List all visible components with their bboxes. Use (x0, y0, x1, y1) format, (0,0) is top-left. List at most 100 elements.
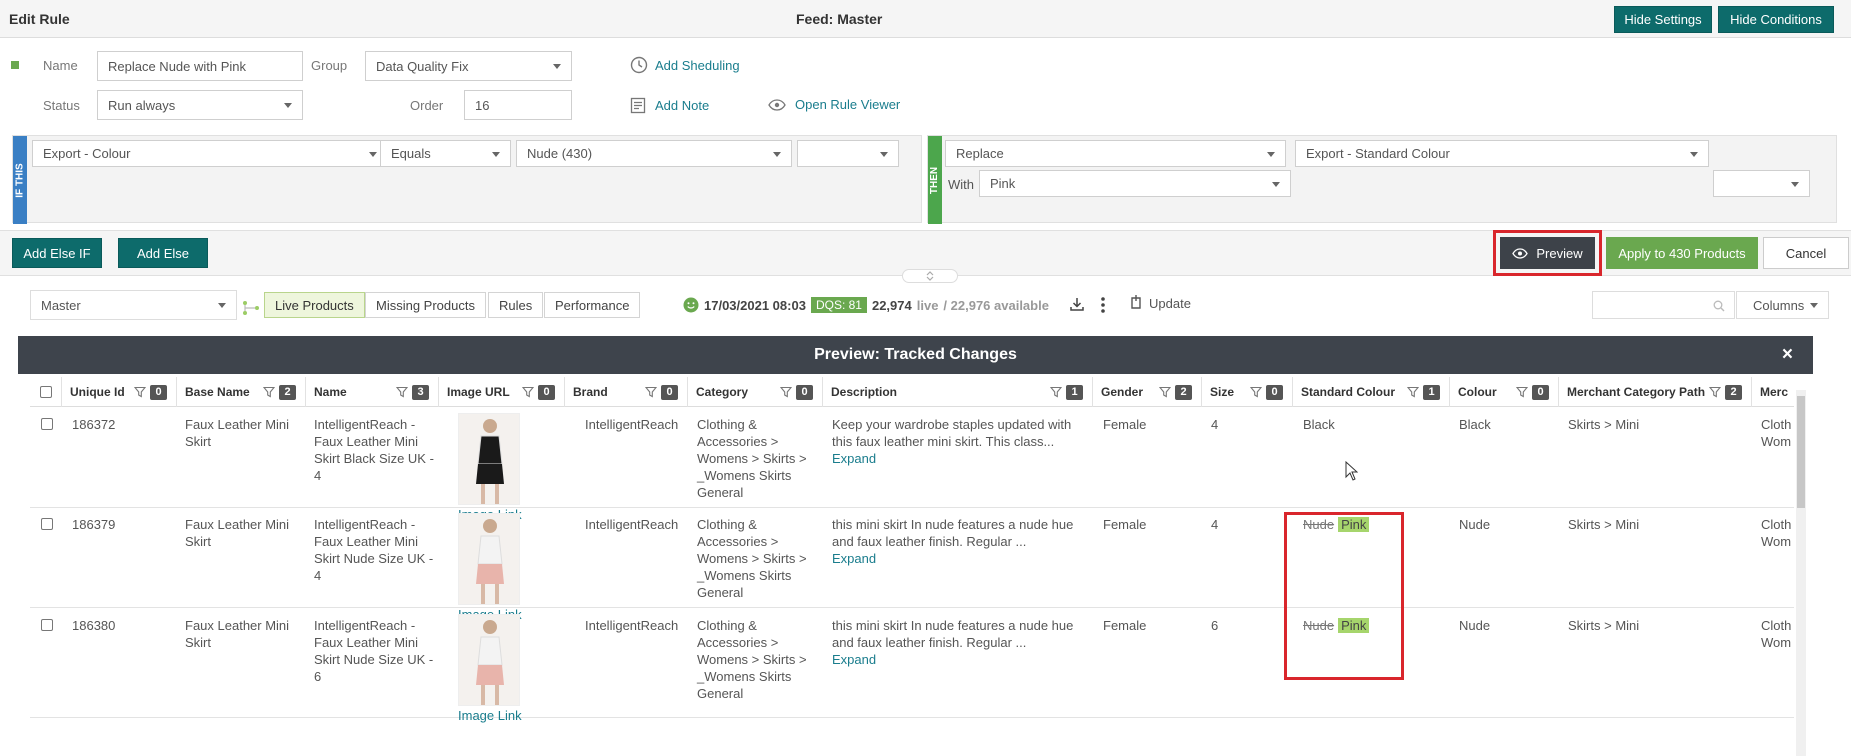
preview-label: Preview (1536, 245, 1583, 261)
feed-select[interactable]: Master (30, 290, 237, 320)
search-box[interactable] (1592, 291, 1735, 319)
add-scheduling-link[interactable]: Add Sheduling (630, 56, 740, 74)
category-cell-line: Accessories > (697, 534, 779, 549)
available-count: / 22,976 available (943, 297, 1049, 313)
name-cell-line: Skirt Nude Size UK - (314, 551, 434, 566)
column-header-4[interactable]: Brand 0 (565, 377, 688, 407)
row-checkbox[interactable] (41, 518, 53, 530)
if-field-select[interactable]: Export - Colour (32, 140, 388, 167)
expand-link[interactable]: Expand (832, 450, 876, 467)
download-icon[interactable] (1069, 296, 1085, 312)
status-select[interactable]: Run always (97, 90, 303, 120)
filter-icon[interactable] (1050, 386, 1062, 398)
column-header-1[interactable]: Base Name 2 (177, 377, 306, 407)
table-row[interactable]: 186380 Faux Leather Mini Skirt IntelligentR… (30, 608, 1794, 723)
preview-title: Preview: Tracked Changes (814, 346, 1017, 363)
chevron-down-icon (1791, 182, 1799, 187)
base-name-cell: Faux Leather Mini Skirt (185, 617, 289, 651)
size-cell: 4 (1211, 417, 1219, 432)
product-image-icon (476, 519, 504, 604)
filter-icon[interactable] (780, 386, 792, 398)
cancel-button[interactable]: Cancel (1763, 237, 1849, 269)
eye-icon (1512, 247, 1529, 259)
then-with-select[interactable]: Pink (979, 170, 1291, 197)
column-header-label: Category (696, 385, 749, 399)
product-image-icon (476, 620, 504, 705)
base-name-cell-line: Faux Leather Mini (185, 517, 290, 532)
column-header-8[interactable]: Size 0 (1202, 377, 1293, 407)
tab-performance[interactable]: Performance (544, 292, 641, 318)
preview-button[interactable]: Preview (1500, 237, 1595, 269)
then-extra-select[interactable] (1713, 170, 1810, 197)
tab-missing-products[interactable]: Missing Products (365, 292, 486, 318)
column-header-0[interactable]: Unique Id 0 (62, 377, 177, 407)
category-cell-line: Clothing & (697, 618, 757, 633)
tab-live-products[interactable]: Live Products (264, 292, 365, 318)
search-input[interactable] (1599, 292, 1709, 318)
base-name-cell-line: Skirt (185, 635, 211, 650)
drag-handle-icon (926, 271, 934, 281)
if-extra-select[interactable] (797, 140, 899, 167)
filter-icon[interactable] (1250, 386, 1262, 398)
tab-rules[interactable]: Rules (488, 292, 544, 318)
filter-icon[interactable] (522, 386, 534, 398)
add-else-if-button[interactable]: Add Else IF (12, 238, 102, 268)
merchant-category-cell: Cloth Wom (1761, 516, 1791, 550)
table-row[interactable]: 186372 Faux Leather Mini Skirt IntelligentR… (30, 407, 1794, 522)
row-checkbox[interactable] (41, 619, 53, 631)
column-header-11[interactable]: Merchant Category Path 2 (1559, 377, 1752, 407)
hide-conditions-button[interactable]: Hide Conditions (1718, 6, 1834, 33)
vertical-scrollbar[interactable] (1796, 390, 1806, 756)
gender-cell: Female (1103, 618, 1147, 633)
add-else-button[interactable]: Add Else (118, 238, 208, 268)
if-value-select[interactable]: Nude (430) (516, 140, 792, 167)
column-header-9[interactable]: Standard Colour 1 (1293, 377, 1450, 407)
filter-icon[interactable] (645, 386, 657, 398)
apply-button[interactable]: Apply to 430 Products (1606, 237, 1758, 269)
scrollbar-thumb[interactable] (1797, 396, 1805, 508)
filter-icon[interactable] (1709, 386, 1721, 398)
columns-select[interactable]: Columns (1736, 291, 1829, 319)
open-rule-viewer-link[interactable]: Open Rule Viewer (768, 97, 900, 112)
then-target-select[interactable]: Export - Standard Colour (1295, 140, 1709, 167)
column-header-5[interactable]: Category 0 (688, 377, 823, 407)
image-link[interactable]: Image Link (458, 707, 522, 724)
order-input[interactable]: 16 (464, 90, 572, 120)
name-cell-line: 4 (314, 568, 322, 583)
filter-icon[interactable] (1516, 386, 1528, 398)
table-row[interactable]: 186379 Faux Leather Mini Skirt IntelligentR… (30, 507, 1794, 622)
filter-icon[interactable] (263, 386, 275, 398)
column-header-12[interactable]: Merc (1752, 377, 1794, 407)
group-select-value: Data Quality Fix (376, 58, 469, 74)
column-header-6[interactable]: Description 1 (823, 377, 1093, 407)
filter-icon[interactable] (1407, 386, 1419, 398)
name-input[interactable]: Replace Nude with Pink (97, 51, 303, 81)
if-operator-select[interactable]: Equals (380, 140, 511, 167)
merchant-category-cell-line: Wom (1761, 635, 1792, 650)
expand-link[interactable]: Expand (832, 550, 876, 567)
column-header-3[interactable]: Image URL 0 (439, 377, 565, 407)
filter-icon[interactable] (1159, 386, 1171, 398)
chevron-down-icon (369, 152, 377, 157)
filter-icon[interactable] (134, 386, 146, 398)
name-cell-line: Skirt Nude Size UK - (314, 652, 434, 667)
group-select[interactable]: Data Quality Fix (365, 51, 572, 81)
more-options-icon[interactable] (1100, 296, 1106, 314)
select-all-checkbox[interactable] (39, 386, 52, 398)
then-action-select[interactable]: Replace (945, 140, 1286, 167)
close-icon[interactable]: × (1782, 344, 1793, 366)
update-button[interactable]: Update (1129, 295, 1191, 311)
name-cell-line: Faux Leather Mini (314, 534, 419, 549)
column-header-10[interactable]: Colour 0 (1450, 377, 1559, 407)
row-checkbox[interactable] (41, 418, 53, 430)
chevron-down-icon (492, 152, 500, 157)
filter-icon[interactable] (396, 386, 408, 398)
resize-handle[interactable] (902, 269, 958, 283)
add-note-link[interactable]: Add Note (630, 97, 709, 114)
column-header-label: Base Name (185, 385, 250, 399)
column-header-7[interactable]: Gender 2 (1093, 377, 1202, 407)
expand-link[interactable]: Expand (832, 651, 876, 668)
column-header-2[interactable]: Name 3 (306, 377, 439, 407)
description-cell: this mini skirt In nude features a nude … (832, 516, 1073, 550)
hide-settings-button[interactable]: Hide Settings (1614, 6, 1712, 33)
